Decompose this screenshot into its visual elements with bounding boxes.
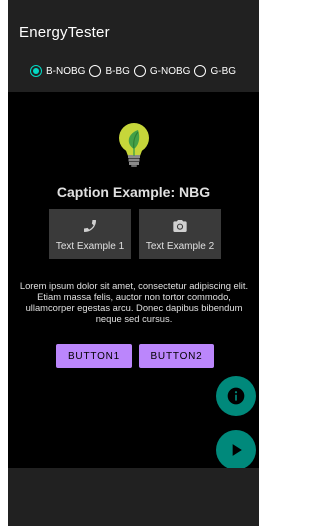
radio-option-b-bg[interactable]: B-BG	[89, 65, 130, 77]
radio-option-g-nobg[interactable]: G-NOBG	[133, 65, 191, 77]
radio-selected-icon[interactable]	[30, 65, 42, 77]
button2[interactable]: BUTTON2	[139, 344, 214, 368]
body-text: Lorem ipsum dolor sit amet, consectetur …	[19, 280, 249, 324]
radio-option-g-bg[interactable]: G-BG	[194, 65, 236, 77]
radio-label-b-nobg: B-NOBG	[46, 65, 86, 77]
play-fab-button[interactable]	[216, 430, 256, 470]
play-icon	[232, 444, 242, 456]
info-fab-button[interactable]	[216, 376, 256, 416]
caption-title: Caption Example: NBG	[56, 184, 211, 200]
camera-icon	[173, 220, 187, 232]
radio-label-g-nobg: G-NOBG	[149, 65, 191, 77]
tile-label: Text Example 1	[55, 241, 125, 252]
app-screen: EnergyTester B-NOBG B-BG G-NOBG G-BG Cap…	[8, 0, 259, 526]
mode-radio-group: B-NOBG B-BG G-NOBG G-BG	[30, 65, 240, 77]
radio-unselected-icon[interactable]	[133, 65, 146, 77]
info-icon	[227, 387, 245, 405]
app-bar: EnergyTester B-NOBG B-BG G-NOBG G-BG	[8, 0, 259, 92]
phone-icon	[84, 220, 96, 232]
lightbulb-leaf-icon	[119, 123, 149, 167]
tile-label: Text Example 2	[145, 241, 215, 252]
tile-text-example-1[interactable]: Text Example 1	[49, 209, 131, 259]
radio-label-g-bg: G-BG	[210, 65, 237, 77]
tile-text-example-2[interactable]: Text Example 2	[139, 209, 221, 259]
radio-unselected-icon[interactable]	[194, 65, 207, 77]
button1[interactable]: BUTTON1	[56, 344, 132, 368]
bottom-navigation-bar	[8, 468, 259, 526]
radio-label-b-bg: B-BG	[105, 65, 130, 77]
radio-unselected-icon[interactable]	[89, 65, 102, 77]
app-title: EnergyTester	[19, 24, 110, 41]
radio-option-b-nobg[interactable]: B-NOBG	[30, 65, 85, 77]
